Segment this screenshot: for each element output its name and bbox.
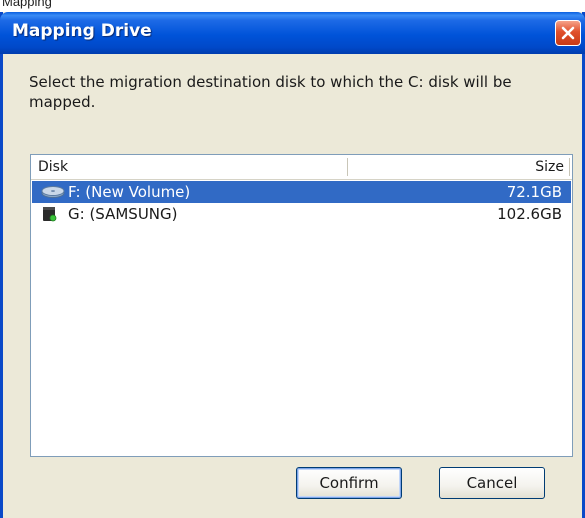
confirm-button[interactable]: Confirm xyxy=(296,467,402,499)
removable-drive-icon xyxy=(43,207,57,222)
disk-name: G: (SAMSUNG) xyxy=(68,205,178,223)
list-item[interactable]: F: (New Volume) 72.1GB xyxy=(32,181,571,203)
list-header: Disk Size xyxy=(31,155,572,180)
title-bar[interactable]: Mapping Drive xyxy=(0,12,585,54)
column-divider[interactable] xyxy=(569,158,570,176)
disk-list[interactable]: Disk Size F: (New Volume) 72.1GB G: (SAM… xyxy=(30,154,573,457)
mapping-drive-dialog: Mapping Drive Select the migration desti… xyxy=(0,12,585,518)
drive-icon xyxy=(41,186,65,198)
close-button[interactable] xyxy=(555,20,581,46)
close-icon xyxy=(561,26,575,40)
instruction-text: Select the migration destination disk to… xyxy=(29,73,512,111)
disk-size: 72.1GB xyxy=(506,183,562,201)
cancel-button[interactable]: Cancel xyxy=(439,467,545,499)
list-item[interactable]: G: (SAMSUNG) 102.6GB xyxy=(32,203,571,225)
background-text: Mapping xyxy=(2,0,52,9)
column-header-size[interactable]: Size xyxy=(535,159,564,175)
background-strip: Mapping xyxy=(0,0,585,12)
window-title: Mapping Drive xyxy=(12,21,152,41)
column-header-disk[interactable]: Disk xyxy=(38,159,68,175)
disk-size: 102.6GB xyxy=(497,205,562,223)
column-divider[interactable] xyxy=(347,158,348,176)
disk-name: F: (New Volume) xyxy=(68,183,191,201)
